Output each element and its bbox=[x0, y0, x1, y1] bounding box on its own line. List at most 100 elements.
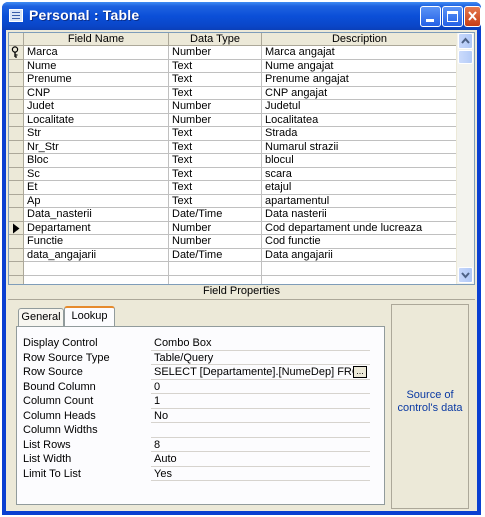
row-selector[interactable] bbox=[9, 248, 24, 262]
property-value[interactable]: Table/Query bbox=[151, 351, 370, 365]
row-selector[interactable] bbox=[9, 262, 24, 276]
data-type-cell[interactable]: Text bbox=[169, 73, 262, 87]
description-cell[interactable]: scara bbox=[262, 167, 458, 181]
row-selector[interactable] bbox=[9, 140, 24, 154]
data-type-cell[interactable]: Text bbox=[169, 86, 262, 100]
table-icon[interactable] bbox=[9, 9, 23, 22]
row-selector[interactable] bbox=[9, 113, 24, 127]
property-value[interactable]: SELECT [Departamente].[NumeDep] FRC... bbox=[151, 365, 370, 380]
description-cell[interactable]: apartamentul bbox=[262, 194, 458, 208]
table-row[interactable]: Str Text Strada bbox=[9, 127, 458, 141]
table-row[interactable]: Functie Number Cod functie bbox=[9, 235, 458, 249]
row-selector[interactable] bbox=[9, 73, 24, 87]
field-name-cell[interactable]: Nr_Str bbox=[24, 140, 169, 154]
row-selector[interactable] bbox=[9, 181, 24, 195]
description-cell[interactable]: Localitatea bbox=[262, 113, 458, 127]
field-name-cell[interactable]: Et bbox=[24, 181, 169, 195]
column-header-field-name[interactable]: Field Name bbox=[24, 33, 169, 46]
field-name-cell[interactable]: Nume bbox=[24, 59, 169, 73]
field-name-cell[interactable]: Judet bbox=[24, 100, 169, 114]
field-name-cell[interactable]: Bloc bbox=[24, 154, 169, 168]
property-value[interactable]: Combo Box bbox=[151, 336, 370, 351]
description-cell[interactable]: Cod departament unde lucreaza bbox=[262, 221, 458, 235]
description-cell[interactable]: Data nasterii bbox=[262, 208, 458, 222]
row-selector[interactable] bbox=[9, 221, 24, 235]
field-name-cell[interactable]: Ap bbox=[24, 194, 169, 208]
table-row[interactable]: Nume Text Nume angajat bbox=[9, 59, 458, 73]
table-row[interactable]: data_angajarii Date/Time Data angajarii bbox=[9, 248, 458, 262]
row-selector[interactable] bbox=[9, 86, 24, 100]
table-row[interactable] bbox=[9, 262, 458, 276]
builder-button[interactable]: ... bbox=[353, 366, 367, 378]
field-name-cell[interactable]: CNP bbox=[24, 86, 169, 100]
field-name-cell[interactable]: Str bbox=[24, 127, 169, 141]
row-selector[interactable] bbox=[9, 59, 24, 73]
description-cell[interactable]: Judetul bbox=[262, 100, 458, 114]
field-name-cell[interactable]: Departament bbox=[24, 221, 169, 235]
description-cell[interactable]: Numarul strazii bbox=[262, 140, 458, 154]
data-type-cell[interactable]: Number bbox=[169, 100, 262, 114]
data-type-cell[interactable]: Number bbox=[169, 235, 262, 249]
data-type-cell[interactable]: Text bbox=[169, 154, 262, 168]
field-name-cell[interactable] bbox=[24, 262, 169, 276]
row-selector[interactable] bbox=[9, 235, 24, 249]
description-cell[interactable]: Prenume angajat bbox=[262, 73, 458, 87]
table-row[interactable]: Departament Number Cod departament unde lu… bbox=[9, 221, 458, 235]
field-name-cell[interactable]: Functie bbox=[24, 235, 169, 249]
tab-general[interactable]: General bbox=[18, 308, 64, 326]
data-type-cell[interactable]: Text bbox=[169, 167, 262, 181]
row-selector[interactable] bbox=[9, 46, 24, 60]
property-value[interactable]: No bbox=[151, 409, 370, 423]
field-name-cell[interactable]: data_angajarii bbox=[24, 248, 169, 262]
close-button[interactable] bbox=[464, 6, 481, 27]
table-row[interactable]: Nr_Str Text Numarul strazii bbox=[9, 140, 458, 154]
row-selector[interactable] bbox=[9, 208, 24, 222]
field-name-cell[interactable]: Localitate bbox=[24, 113, 169, 127]
field-name-cell[interactable]: Sc bbox=[24, 167, 169, 181]
table-row[interactable]: Marca Number Marca angajat bbox=[9, 46, 458, 60]
minimize-button[interactable] bbox=[420, 6, 441, 27]
description-cell[interactable]: CNP angajat bbox=[262, 86, 458, 100]
table-row[interactable]: Bloc Text blocul bbox=[9, 154, 458, 168]
row-selector[interactable] bbox=[9, 167, 24, 181]
property-value[interactable]: 0 bbox=[151, 380, 370, 394]
field-name-cell[interactable]: Data_nasterii bbox=[24, 208, 169, 222]
data-type-cell[interactable]: Number bbox=[169, 113, 262, 127]
description-cell[interactable] bbox=[262, 262, 458, 276]
title-bar[interactable]: Personal : Table bbox=[2, 2, 481, 30]
vertical-scrollbar[interactable] bbox=[456, 33, 474, 284]
column-header-description[interactable]: Description bbox=[262, 33, 458, 46]
description-cell[interactable]: Marca angajat bbox=[262, 46, 458, 60]
data-type-cell[interactable]: Text bbox=[169, 194, 262, 208]
tab-lookup[interactable]: Lookup bbox=[64, 306, 115, 326]
description-cell[interactable]: Cod functie bbox=[262, 235, 458, 249]
scroll-up-button[interactable] bbox=[458, 33, 473, 49]
data-type-cell[interactable]: Date/Time bbox=[169, 248, 262, 262]
description-cell[interactable]: blocul bbox=[262, 154, 458, 168]
property-value[interactable]: 1 bbox=[151, 394, 370, 409]
row-selector[interactable] bbox=[9, 127, 24, 141]
description-cell[interactable]: Strada bbox=[262, 127, 458, 141]
maximize-button[interactable] bbox=[442, 6, 463, 27]
field-name-cell[interactable]: Marca bbox=[24, 46, 169, 60]
table-row[interactable]: Prenume Text Prenume angajat bbox=[9, 73, 458, 87]
data-type-cell[interactable]: Date/Time bbox=[169, 208, 262, 222]
data-type-cell[interactable]: Text bbox=[169, 127, 262, 141]
property-value[interactable]: Auto bbox=[151, 452, 370, 467]
property-value[interactable]: 8 bbox=[151, 438, 370, 452]
data-type-cell[interactable]: Text bbox=[169, 59, 262, 73]
data-type-cell[interactable]: Number bbox=[169, 221, 262, 235]
row-selector[interactable] bbox=[9, 154, 24, 168]
column-header-data-type[interactable]: Data Type bbox=[169, 33, 262, 46]
description-cell[interactable]: etajul bbox=[262, 181, 458, 195]
table-row[interactable]: Sc Text scara bbox=[9, 167, 458, 181]
description-cell[interactable]: Nume angajat bbox=[262, 59, 458, 73]
description-cell[interactable]: Data angajarii bbox=[262, 248, 458, 262]
property-value[interactable]: Yes bbox=[151, 467, 370, 481]
table-row[interactable]: Localitate Number Localitatea bbox=[9, 113, 458, 127]
table-row[interactable]: Data_nasterii Date/Time Data nasterii bbox=[9, 208, 458, 222]
row-selector[interactable] bbox=[9, 100, 24, 114]
table-row[interactable]: CNP Text CNP angajat bbox=[9, 86, 458, 100]
data-type-cell[interactable] bbox=[169, 262, 262, 276]
data-type-cell[interactable]: Text bbox=[169, 140, 262, 154]
